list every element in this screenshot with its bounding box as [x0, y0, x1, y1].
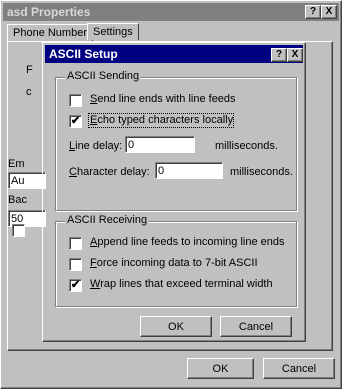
echo-typed-check-mark: ✔ — [70, 115, 81, 127]
tab-settings-label: Settings — [93, 26, 133, 38]
panel-field[interactable]: Au — [8, 172, 46, 189]
panel-fragment: c — [26, 86, 32, 98]
tab-settings[interactable]: Settings — [87, 23, 139, 40]
panel-checkbox[interactable] — [12, 224, 25, 237]
append-line-feeds-label: Append line feeds to incoming line ends — [90, 236, 285, 248]
panel-fragment: F — [26, 64, 33, 76]
properties-title-bar: asd Properties ? X — [3, 3, 339, 21]
panel-fragment: Bac — [8, 194, 27, 206]
dialog-cancel-button[interactable]: Cancel — [220, 316, 292, 337]
line-delay-value: 0 — [128, 139, 135, 151]
focus-rect — [88, 113, 234, 128]
send-line-ends-label: Send line ends with line feeds — [90, 93, 236, 105]
line-delay-unit: milliseconds. — [215, 140, 278, 152]
properties-title: asd Properties — [7, 5, 91, 19]
panel-field-value: Au — [11, 175, 25, 187]
panel-fragment: Em — [8, 158, 25, 170]
dialog-ok-button[interactable]: OK — [140, 316, 212, 337]
tab-phone-number[interactable]: Phone Number — [7, 24, 93, 41]
ascii-setup-dialog: ASCII Setup ? X ASCII Sending Send line … — [42, 42, 306, 342]
force-7bit-checkbox[interactable] — [69, 258, 82, 271]
ascii-setup-title-bar: ASCII Setup ? X — [45, 45, 303, 63]
append-line-feeds-checkbox[interactable] — [69, 237, 82, 250]
force-7bit-label: Force incoming data to 7-bit ASCII — [90, 257, 258, 269]
ascii-sending-label: ASCII Sending — [65, 70, 142, 82]
send-line-ends-checkbox[interactable] — [69, 94, 82, 107]
outer-cancel-label: Cancel — [281, 363, 317, 375]
echo-typed-checkbox[interactable]: ✔ — [69, 115, 82, 128]
wrap-lines-label: Wrap lines that exceed terminal width — [90, 278, 273, 290]
line-delay-input[interactable]: 0 — [125, 136, 195, 153]
wrap-lines-check-mark: ✔ — [70, 279, 81, 291]
character-delay-input[interactable]: 0 — [155, 162, 223, 179]
dialog-ok-label: OK — [168, 321, 184, 333]
ascii-receiving-label: ASCII Receiving — [65, 214, 150, 226]
character-delay-value: 0 — [158, 165, 165, 177]
character-delay-unit: milliseconds. — [230, 166, 293, 178]
dialog-title: ASCII Setup — [49, 47, 118, 61]
help-button[interactable]: ? — [305, 5, 321, 19]
outer-ok-button[interactable]: OK — [187, 358, 254, 379]
character-delay-label: Character delay: — [69, 166, 150, 178]
dialog-cancel-label: Cancel — [238, 321, 274, 333]
outer-cancel-button[interactable]: Cancel — [263, 358, 335, 379]
outer-ok-label: OK — [212, 363, 229, 375]
line-delay-label: Line delay: — [69, 140, 123, 152]
dialog-help-button[interactable]: ? — [271, 48, 287, 62]
wrap-lines-checkbox[interactable]: ✔ — [69, 279, 82, 292]
dialog-close-button[interactable]: X — [287, 48, 303, 62]
close-button[interactable]: X — [321, 5, 337, 19]
tab-phone-number-label: Phone Number — [13, 27, 87, 39]
